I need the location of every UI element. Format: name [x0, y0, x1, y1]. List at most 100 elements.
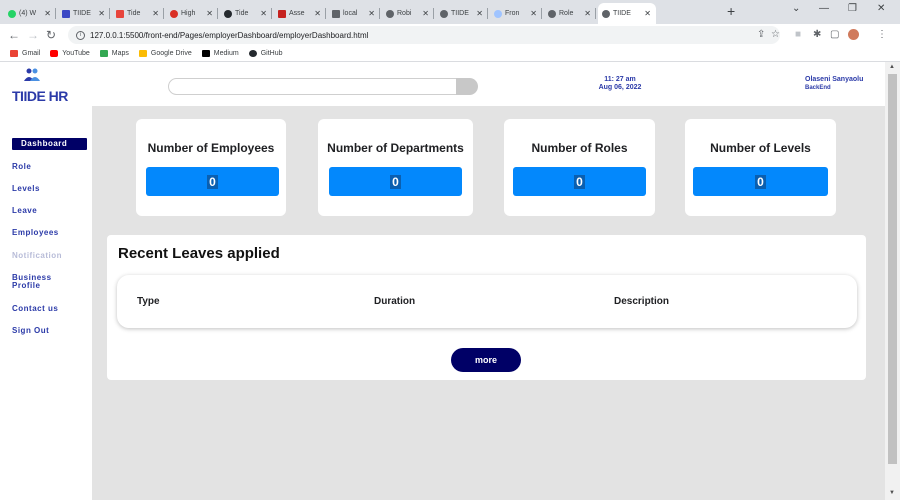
people-icon [24, 68, 40, 81]
close-tab-icon[interactable]: ✕ [476, 9, 483, 18]
stat-title: Number of Roles [531, 141, 628, 155]
bookmark-star-icon[interactable]: ☆ [771, 29, 780, 40]
scroll-down-icon[interactable]: ▼ [889, 490, 895, 496]
tab-favicon-icon [386, 9, 394, 18]
address-bar[interactable]: i 127.0.0.1:5500/front-end/Pages/employe… [68, 26, 780, 44]
close-tab-icon[interactable]: ✕ [530, 9, 537, 18]
tab-favicon-icon [62, 9, 70, 18]
browser-tab[interactable]: local ✕ [328, 3, 380, 24]
bookmark-label: GitHub [260, 50, 283, 57]
bookmarks-bar: Gmail YouTube Maps Google Drive Medium G… [0, 46, 900, 62]
share-icon[interactable]: ⇪ [757, 29, 765, 40]
side-panel-icon[interactable]: ▢ [830, 29, 839, 40]
extensions-puzzle-icon[interactable]: ✱ [813, 29, 821, 40]
url-text: 127.0.0.1:5500/front-end/Pages/employerD… [90, 30, 369, 40]
close-tab-icon[interactable]: ✕ [422, 9, 429, 18]
search-button[interactable] [456, 78, 478, 95]
tab-favicon-icon [116, 9, 124, 18]
stat-card-levels: Number of Levels 0 [685, 119, 836, 216]
bookmark-google-drive[interactable]: Google Drive [138, 50, 192, 57]
stat-value-box: 0 [693, 167, 828, 196]
tab-favicon-icon [494, 9, 502, 18]
back-icon[interactable]: ← [8, 28, 20, 42]
browser-tab[interactable]: (4) W ✕ [4, 3, 56, 24]
profile-avatar-icon[interactable] [848, 29, 859, 40]
browser-tab[interactable]: High ✕ [166, 3, 218, 24]
tiide-hr-logo[interactable]: TIIDE HR [12, 68, 92, 104]
maps-icon [99, 50, 108, 57]
browser-menu-icon[interactable]: ⋮ [877, 29, 887, 40]
close-window-icon[interactable]: ✕ [877, 3, 885, 14]
sidebar-item-business-profile[interactable]: Business Profile [12, 274, 72, 290]
bookmark-youtube[interactable]: YouTube [50, 50, 90, 57]
bookmark-maps[interactable]: Maps [99, 50, 129, 57]
current-time: 11: 27 am [604, 76, 636, 83]
close-tab-icon[interactable]: ✕ [152, 9, 159, 18]
forward-icon[interactable]: → [27, 28, 39, 42]
new-tab-icon[interactable]: + [727, 3, 735, 19]
minimize-icon[interactable]: — [819, 3, 829, 14]
browser-tab[interactable]: Robi ✕ [382, 3, 434, 24]
sidebar-item-notification[interactable]: Notification [12, 252, 62, 260]
tab-favicon-icon [170, 9, 178, 18]
main-content: Number of Employees 0 Number of Departme… [92, 106, 885, 500]
page-scrollbar[interactable]: ▲ ▼ [885, 62, 900, 500]
tab-label: Tide [235, 10, 249, 17]
sidebar-item-levels[interactable]: Levels [12, 185, 40, 193]
browser-tab[interactable]: TIIDE ✕ [58, 3, 110, 24]
sidebar-item-dashboard[interactable]: Dashboard [12, 138, 87, 150]
sidebar-item-contact-us[interactable]: Contact us [12, 305, 58, 313]
sidebar-item-employees[interactable]: Employees [12, 229, 59, 237]
site-info-icon[interactable]: i [76, 30, 85, 40]
scroll-up-icon[interactable]: ▲ [889, 64, 895, 70]
more-button[interactable]: more [451, 348, 521, 372]
tab-label: TIIDE [73, 10, 91, 17]
close-tab-icon[interactable]: ✕ [368, 9, 375, 18]
browser-tab-strip: (4) W ✕ TIIDE ✕ Tide ✕ High ✕ Tide ✕ Asse ✕ lo… [0, 0, 900, 24]
sidebar-item-sign-out[interactable]: Sign Out [12, 327, 49, 335]
bookmark-gmail[interactable]: Gmail [10, 50, 40, 57]
close-tab-icon[interactable]: ✕ [206, 9, 213, 18]
close-tab-icon[interactable]: ✕ [584, 9, 591, 18]
app-viewport: TIIDE HR 11: 27 am Aug 06, 2022 Olaseni … [0, 62, 900, 500]
tab-favicon-icon [278, 9, 286, 18]
browser-tab-active[interactable]: TIIDE ✕ [598, 3, 656, 24]
tab-favicon-icon [224, 9, 232, 18]
tab-favicon-icon [548, 9, 556, 18]
gmail-icon [10, 50, 18, 57]
close-tab-icon[interactable]: ✕ [44, 9, 51, 18]
tab-label: Fron [505, 10, 520, 17]
browser-tab[interactable]: Fron ✕ [490, 3, 542, 24]
browser-tab[interactable]: Role ✕ [544, 3, 596, 24]
reload-icon[interactable]: ↻ [46, 28, 56, 42]
browser-tab[interactable]: Tide ✕ [220, 3, 272, 24]
close-tab-icon[interactable]: ✕ [260, 9, 267, 18]
tab-label: TIIDE [613, 10, 631, 17]
stat-card-departments: Number of Departments 0 [318, 119, 473, 216]
close-tab-icon[interactable]: ✕ [98, 9, 105, 18]
bookmark-label: Maps [111, 50, 129, 57]
browser-tab[interactable]: TIIDE ✕ [436, 3, 488, 24]
brand-name: TIIDE HR [12, 88, 68, 104]
bookmark-github[interactable]: GitHub [248, 50, 283, 57]
bookmark-label: Google Drive [150, 50, 192, 57]
column-header-duration: Duration [374, 296, 416, 307]
scroll-thumb[interactable] [888, 74, 897, 464]
tab-search-icon[interactable]: ⌄ [792, 3, 800, 14]
extension-icon[interactable]: ■ [795, 29, 801, 40]
browser-tab[interactable]: Tide ✕ [112, 3, 164, 24]
github-icon [248, 50, 257, 57]
browser-tab[interactable]: Asse ✕ [274, 3, 326, 24]
bookmark-label: Medium [213, 50, 239, 57]
stat-title: Number of Levels [710, 141, 811, 155]
tab-label: Robi [397, 10, 412, 17]
stat-value: 0 [574, 174, 585, 189]
bookmark-medium[interactable]: Medium [201, 50, 239, 57]
close-tab-icon[interactable]: ✕ [314, 9, 321, 18]
sidebar-item-role[interactable]: Role [12, 163, 31, 171]
sidebar-item-leave[interactable]: Leave [12, 207, 37, 215]
stat-value: 0 [207, 174, 218, 189]
search-input[interactable] [168, 78, 468, 95]
maximize-icon[interactable]: ❐ [848, 3, 857, 14]
close-tab-icon[interactable]: ✕ [644, 9, 651, 18]
